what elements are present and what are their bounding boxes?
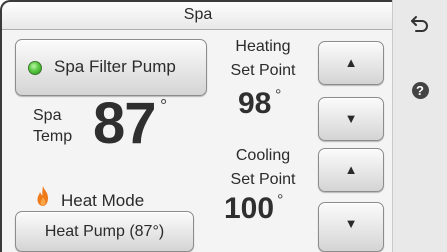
heat-mode-button[interactable]: Heat Pump (87°) [15,211,194,252]
heating-set-point-label: Heating Set Point [218,35,308,83]
heating-up-button[interactable]: ▲ [318,41,384,85]
cooling-down-button[interactable]: ▼ [318,202,384,252]
back-arrow-icon-graphic [411,16,428,32]
up-arrow-icon: ▲ [344,55,358,70]
spa-temp-label: Spa Temp [33,105,72,147]
heating-label-line1: Heating [235,38,291,55]
help-icon[interactable]: ? [393,82,447,100]
page-title: Spa [2,2,394,30]
cooling-label-line1: Cooling [235,147,291,164]
flame-icon [37,186,48,206]
down-arrow-icon: ▼ [344,216,358,231]
sidebar: ? [392,0,447,252]
heating-down-button[interactable]: ▼ [318,97,384,141]
help-icon-glyph: ? [411,82,429,99]
heat-mode-label: Heat Mode [61,191,145,210]
back-arrow-icon[interactable] [393,14,447,39]
pump-status-led-icon [28,61,42,75]
cooling-degree: ° [277,192,284,209]
spa-temp-label-line1: Spa [33,107,62,124]
cooling-set-point-value: 100 [224,192,275,225]
up-arrow-icon: ▲ [344,162,358,177]
heating-label-line2: Set Point [230,62,296,79]
spa-control-screen: Spa ? Spa Filter Pump Spa Temp 87 ° Heat… [0,0,447,252]
spa-temp-value: 87 [93,91,157,156]
spa-filter-pump-button[interactable]: Spa Filter Pump [15,39,207,96]
spa-temp-degree: ° [160,96,168,116]
pump-button-label: Spa Filter Pump [54,57,176,76]
cooling-label-line2: Set Point [230,171,296,188]
cooling-set-point-label: Cooling Set Point [218,144,308,192]
heating-degree: ° [275,87,282,104]
down-arrow-icon: ▼ [344,111,358,126]
cooling-up-button[interactable]: ▲ [318,148,384,192]
heating-set-point-value: 98 [238,87,272,120]
spa-temp-label-line2: Temp [33,128,73,145]
